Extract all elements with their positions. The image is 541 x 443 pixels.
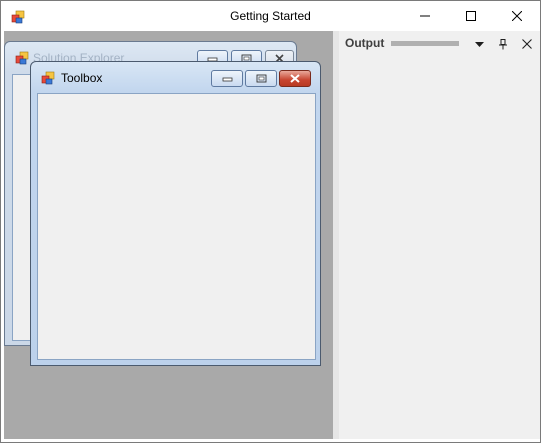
output-panel-title: Output xyxy=(345,36,385,50)
toolbox-close-button[interactable] xyxy=(279,70,311,87)
toolbox-title: Toolbox xyxy=(61,71,103,85)
main-window: Getting Started Solution Explorer Toolbo… xyxy=(0,0,541,443)
close-button[interactable] xyxy=(494,1,540,31)
output-panel-header[interactable]: Output xyxy=(339,31,540,55)
drag-grip[interactable] xyxy=(391,41,459,46)
maximize-icon xyxy=(466,11,476,21)
dropdown-arrow-icon xyxy=(474,41,484,47)
minimize-button[interactable] xyxy=(402,1,448,31)
maximize-button[interactable] xyxy=(448,1,494,31)
window-app-icon xyxy=(41,71,55,85)
output-dropdown-button[interactable] xyxy=(471,36,487,52)
toolbox-window[interactable]: Toolbox xyxy=(30,61,321,366)
mdi-client-area: Solution Explorer Toolbox xyxy=(4,31,333,439)
pin-icon xyxy=(499,38,507,49)
toolbox-content xyxy=(37,93,316,360)
toolbox-restore-button[interactable] xyxy=(245,70,277,87)
output-panel: Output xyxy=(339,31,540,439)
toolbox-minimize-button[interactable] xyxy=(211,70,243,87)
minimize-icon xyxy=(222,77,232,81)
close-icon xyxy=(512,11,522,21)
minimize-icon xyxy=(420,15,430,17)
output-close-button[interactable] xyxy=(519,36,535,52)
close-icon xyxy=(522,39,532,49)
window-app-icon xyxy=(15,51,29,65)
restore-icon xyxy=(256,74,266,83)
title-bar[interactable]: Getting Started xyxy=(1,1,540,31)
output-pin-button[interactable] xyxy=(495,36,511,52)
close-icon xyxy=(290,74,300,83)
app-windows-icon xyxy=(11,10,25,24)
